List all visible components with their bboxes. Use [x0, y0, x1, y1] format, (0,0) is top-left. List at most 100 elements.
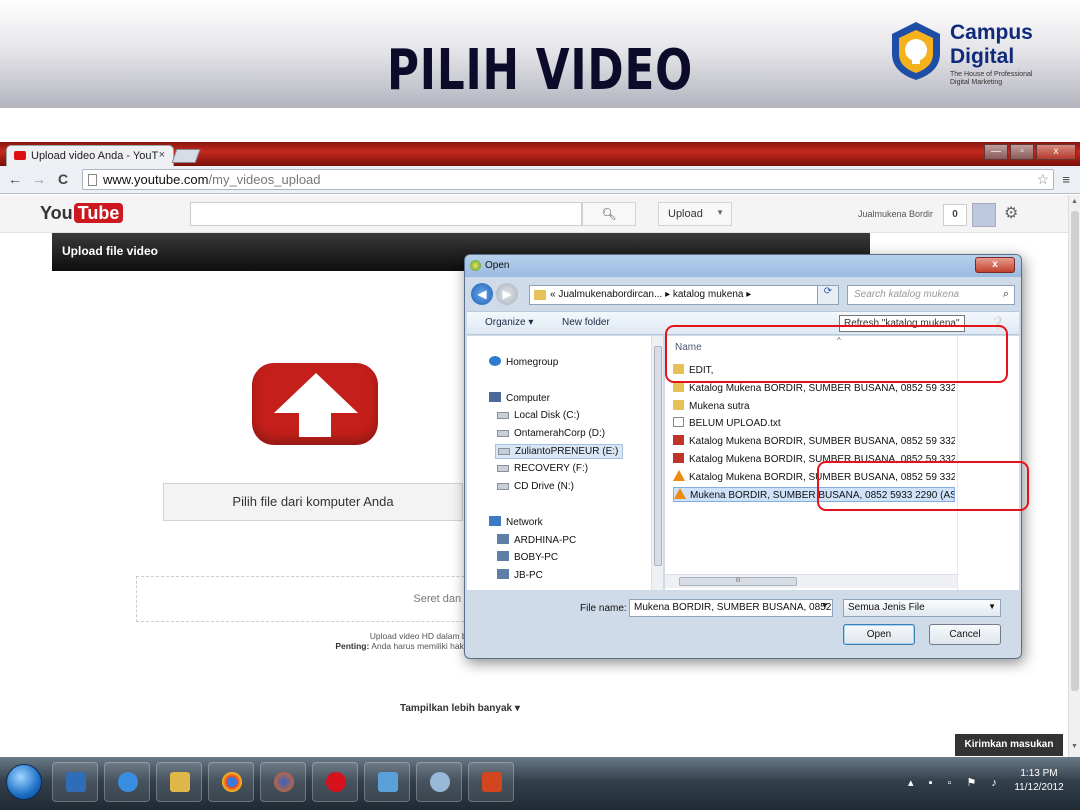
slide-header: PILIH VIDEO Campus Digital The House of …: [0, 0, 1080, 108]
taskbar-internet-explorer[interactable]: [104, 762, 150, 802]
scroll-up-icon[interactable]: ▲: [1071, 198, 1078, 205]
nav-drive-c[interactable]: Local Disk (C:): [497, 410, 580, 421]
show-more-link[interactable]: Tampilkan lebih banyak ▾: [400, 703, 520, 714]
file-type-select[interactable]: Semua Jenis File ▼: [843, 599, 1001, 617]
nav-drive-e[interactable]: ZuliantoPRENEUR (E:): [495, 444, 624, 459]
browser-menu-icon[interactable]: ≡: [1062, 172, 1070, 187]
dialog-close-button[interactable]: x: [975, 257, 1015, 273]
back-arrow-icon[interactable]: ◀: [471, 283, 493, 305]
page-icon: [88, 174, 97, 186]
cancel-button[interactable]: Cancel: [929, 624, 1001, 645]
account-name[interactable]: Jualmukena Bordir: [858, 209, 933, 219]
new-folder-button[interactable]: New folder: [562, 317, 610, 328]
send-feedback-button[interactable]: Kirimkan masukan: [955, 734, 1063, 756]
chevron-down-icon[interactable]: ▼: [821, 601, 829, 610]
dialog-titlebar[interactable]: Open x: [465, 255, 1021, 277]
folder-icon: [170, 772, 190, 792]
youtube-search-button[interactable]: 🔍︎: [582, 202, 636, 226]
new-tab-button[interactable]: [171, 149, 201, 163]
start-button[interactable]: [6, 764, 42, 800]
nav-homegroup[interactable]: Homegroup: [489, 356, 558, 368]
drive-icon: [497, 430, 509, 437]
refresh-icon[interactable]: ⟳: [817, 285, 839, 305]
nav-pc-boby[interactable]: BOBY-PC: [497, 551, 558, 563]
taskbar-opera[interactable]: [312, 762, 358, 802]
pc-icon: [497, 569, 509, 579]
logo-word-digital: Digital: [950, 45, 1015, 68]
file-name-label: File name:: [580, 603, 627, 614]
choose-file-button[interactable]: Pilih file dari komputer Anda: [163, 483, 463, 521]
clock[interactable]: 1:13 PM 11/12/2012: [1010, 767, 1068, 795]
close-window-button[interactable]: x: [1036, 144, 1076, 160]
nav-cd-drive[interactable]: CD Drive (N:): [497, 481, 574, 492]
pc-icon: [497, 551, 509, 561]
notepad-icon: [378, 772, 398, 792]
scroll-thumb[interactable]: [1071, 211, 1079, 691]
folder-path-breadcrumb[interactable]: « Jualmukenabordircan... ▸ katalog muken…: [529, 285, 839, 305]
slide: PILIH VIDEO Campus Digital The House of …: [0, 0, 1080, 810]
internet-explorer-icon: [118, 772, 138, 792]
dialog-address-row: ◀ ▶ « Jualmukenabordircan... ▸ katalog m…: [465, 281, 1021, 307]
file-item[interactable]: Katalog Mukena BORDIR, SUMBER BUSANA, 08…: [673, 435, 955, 450]
file-item[interactable]: BELUM UPLOAD.txt: [673, 417, 955, 432]
folder-icon: [673, 400, 684, 410]
reload-button[interactable]: C: [58, 171, 68, 187]
vlc-icon: [673, 470, 685, 481]
scroll-thumb[interactable]: III: [679, 577, 797, 586]
taskbar-paint[interactable]: [416, 762, 462, 802]
file-item[interactable]: Mukena sutra: [673, 400, 955, 415]
windows-explorer-icon: [66, 772, 86, 792]
file-name-input[interactable]: Mukena BORDIR, SUMBER BUSANA, 0852: [629, 599, 833, 617]
taskbar-firefox[interactable]: [260, 762, 306, 802]
vlc-icon: [674, 488, 686, 499]
nav-network[interactable]: Network: [489, 516, 543, 528]
bookmark-star-icon[interactable]: ☆: [1036, 171, 1049, 188]
file-list-hscrollbar[interactable]: III: [665, 574, 957, 588]
gear-icon[interactable]: ⚙: [1004, 203, 1018, 223]
taskbar-notepad[interactable]: [364, 762, 410, 802]
navigation-pane: Homegroup Computer Local Disk (C:) Ontam…: [467, 336, 663, 590]
taskbar-folder[interactable]: [156, 762, 202, 802]
notification-count[interactable]: 0: [943, 204, 967, 226]
youtube-logo[interactable]: You Tube: [40, 203, 124, 224]
taskbar-explorer[interactable]: [52, 762, 98, 802]
scroll-down-icon[interactable]: ▼: [1071, 743, 1078, 750]
chevron-down-icon: ▼: [988, 602, 996, 611]
forward-arrow-icon[interactable]: ▶: [496, 283, 518, 305]
browser-tab[interactable]: Upload video Anda - YouT ×: [6, 145, 174, 166]
upload-button[interactable]: Upload ▼: [658, 202, 732, 226]
minimize-button[interactable]: —: [984, 144, 1008, 160]
open-file-dialog: Open x ◀ ▶ « Jualmukenabordircan... ▸ ka…: [464, 254, 1022, 659]
url-input[interactable]: www.youtube.com/my_videos_upload ☆: [82, 169, 1054, 190]
search-icon: 🔍︎: [601, 207, 617, 221]
pc-icon: [497, 534, 509, 544]
taskbar-powerpoint[interactable]: [468, 762, 514, 802]
file-item[interactable]: Katalog Mukena BORDIR, SUMBER BUSANA, 08…: [673, 382, 955, 397]
system-tray-icons[interactable]: ▴ ▪ ▫ ⚑ ♪: [908, 776, 1003, 789]
avatar[interactable]: [972, 203, 996, 227]
drive-icon: [498, 448, 510, 455]
youtube-favicon-icon: [14, 151, 26, 160]
nav-pc-ardhina[interactable]: ARDHINA-PC: [497, 534, 576, 546]
nav-drive-f[interactable]: RECOVERY (F:): [497, 463, 588, 474]
youtube-masthead: You Tube 🔍︎ Upload ▼ Jualmukena Bordir 0 …: [0, 195, 1068, 233]
maximize-button[interactable]: ▫: [1010, 144, 1034, 160]
nav-computer[interactable]: Computer: [489, 392, 550, 404]
document-icon: [673, 435, 684, 445]
tab-close-button[interactable]: ×: [159, 149, 165, 161]
nav-drive-d[interactable]: OntamerahCorp (D:): [497, 428, 605, 439]
forward-button[interactable]: →: [32, 171, 46, 187]
nav-pane-scrollbar[interactable]: [651, 336, 663, 590]
drive-icon: [497, 412, 509, 419]
youtube-search-input[interactable]: [190, 202, 582, 226]
dialog-title: Open: [485, 260, 510, 271]
scroll-thumb[interactable]: [654, 346, 662, 566]
organize-menu[interactable]: Organize ▾: [485, 317, 533, 328]
open-button[interactable]: Open: [843, 624, 915, 645]
page-scrollbar[interactable]: ▲ ▼: [1068, 195, 1080, 757]
back-button[interactable]: ←: [8, 171, 22, 187]
taskbar-chrome[interactable]: [208, 762, 254, 802]
upload-arrow-icon[interactable]: [252, 363, 378, 445]
nav-pc-jb[interactable]: JB-PC: [497, 569, 543, 581]
folder-search-input[interactable]: Search katalog mukena ⌕: [847, 285, 1015, 305]
